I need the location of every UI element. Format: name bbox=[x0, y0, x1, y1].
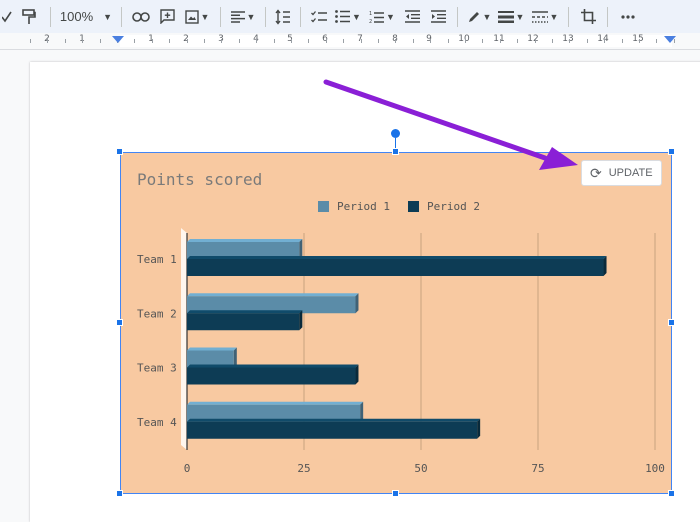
bar-top-face bbox=[187, 310, 303, 314]
bar bbox=[187, 421, 478, 439]
chart-title: Points scored bbox=[137, 170, 263, 189]
x-tick-label: 0 bbox=[184, 462, 191, 475]
legend-item-period-2: Period 2 bbox=[407, 200, 480, 213]
resize-handle-right[interactable] bbox=[668, 319, 675, 326]
x-tick-label: 25 bbox=[297, 462, 310, 475]
bar-top-face bbox=[187, 239, 303, 242]
bar bbox=[187, 313, 300, 331]
resize-handle-bottom-right[interactable] bbox=[668, 490, 675, 497]
bar-side-face bbox=[477, 418, 481, 439]
category-label: Team 4 bbox=[137, 416, 177, 429]
bar-top-face bbox=[187, 256, 607, 259]
bar-side-face bbox=[603, 256, 607, 276]
resize-handle-top-left[interactable] bbox=[116, 148, 123, 155]
chart-plot: 0 25 50 75 100 Team 1 Team 2 Team 3 Team 4 bbox=[137, 228, 665, 475]
x-tick-label: 100 bbox=[645, 462, 665, 475]
bar-top-face bbox=[187, 418, 481, 422]
update-button[interactable]: ⟳ UPDATE bbox=[581, 160, 662, 186]
bar bbox=[187, 259, 604, 276]
bar-top-face bbox=[187, 347, 237, 351]
x-tick-label: 75 bbox=[531, 462, 544, 475]
category-label: Team 2 bbox=[137, 307, 177, 320]
legend-swatch-period-2 bbox=[407, 201, 419, 212]
bar-side-face bbox=[355, 364, 359, 385]
bar-top-face bbox=[187, 364, 359, 368]
bar-top-face bbox=[187, 401, 364, 405]
update-button-label: UPDATE bbox=[608, 167, 653, 179]
bar-top-face bbox=[187, 293, 359, 297]
rotation-handle[interactable] bbox=[391, 129, 400, 138]
legend-swatch-period-1 bbox=[318, 201, 329, 212]
category-label: Team 1 bbox=[137, 253, 177, 266]
resize-handle-left[interactable] bbox=[116, 319, 123, 326]
bar-side-face bbox=[355, 293, 359, 314]
bar bbox=[187, 367, 356, 385]
bar-side-face bbox=[299, 310, 303, 331]
legend-item-period-1: Period 1 bbox=[318, 200, 390, 213]
resize-handle-bottom-left[interactable] bbox=[116, 490, 123, 497]
x-tick-label: 50 bbox=[414, 462, 427, 475]
legend-label-period-2: Period 2 bbox=[426, 200, 480, 213]
category-label: Team 3 bbox=[137, 362, 177, 375]
resize-handle-bottom[interactable] bbox=[392, 490, 399, 497]
chart-legend: Period 1 Period 2 bbox=[318, 200, 498, 213]
resize-handle-top-right[interactable] bbox=[668, 148, 675, 155]
refresh-icon: ⟳ bbox=[590, 164, 602, 181]
resize-handle-top[interactable] bbox=[392, 148, 399, 155]
legend-label-period-1: Period 1 bbox=[337, 200, 390, 213]
chart-left-wall bbox=[181, 228, 187, 450]
